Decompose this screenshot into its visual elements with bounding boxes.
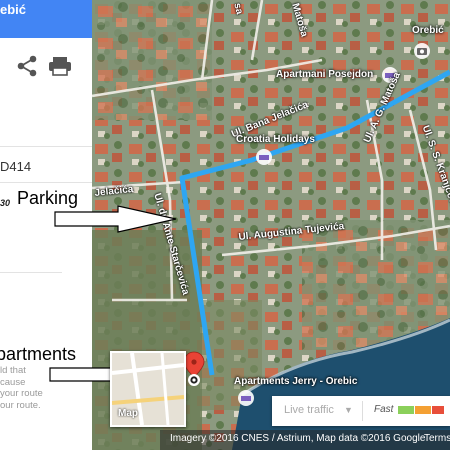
- annotation-apartments: partments: [0, 344, 77, 364]
- map-type-thumbnail[interactable]: Map: [110, 351, 186, 427]
- panel-header: ebić: [0, 0, 92, 38]
- route-code: D414: [0, 159, 32, 174]
- place-label-orebic: Orebić: [412, 25, 444, 36]
- hotel-icon: [256, 149, 272, 165]
- print-icon[interactable]: [49, 57, 71, 76]
- chevron-down-icon[interactable]: ▼: [344, 405, 353, 415]
- place-label-apartmani-posejdon: Apartmani Posejdon: [276, 69, 374, 80]
- traffic-legend-red: [432, 406, 444, 414]
- terms-link[interactable]: Terms: [424, 433, 450, 444]
- share-icon[interactable]: [17, 55, 37, 77]
- traffic-legend-fast: Fast: [374, 404, 394, 415]
- traffic-legend-orange: [415, 406, 431, 414]
- place-label-croatia-holidays: Croatia Holidays: [236, 134, 315, 145]
- place-label-apartments-jerry: Apartments Jerry - Orebic: [234, 376, 358, 387]
- divider: [0, 182, 92, 183]
- panel-actions: [12, 53, 82, 79]
- divider: [0, 146, 92, 147]
- annotation-parking: Parking: [17, 188, 79, 208]
- live-traffic-toggle[interactable]: Live traffic: [284, 404, 334, 416]
- traffic-legend-green: [398, 406, 414, 414]
- traffic-widget: Live traffic ▼ Fast: [272, 396, 450, 426]
- hotel-icon: [238, 390, 254, 406]
- attribution-bar: Imagery ©2016 CNES / Astrium, Map data ©…: [160, 430, 450, 450]
- panel-header-title: ebić: [0, 2, 27, 17]
- route-warning-text: ld that cause your route our route.: [0, 365, 43, 411]
- directions-panel: ebić D414 30 ld that cause your route ou…: [0, 0, 92, 450]
- thumbnail-label: Map: [118, 408, 138, 419]
- camera-icon[interactable]: [414, 43, 430, 59]
- divider: [0, 272, 62, 273]
- attribution-text: Imagery ©2016 CNES / Astrium, Map data ©…: [170, 433, 426, 444]
- divider: [362, 401, 363, 421]
- route-duration: 30: [0, 198, 11, 208]
